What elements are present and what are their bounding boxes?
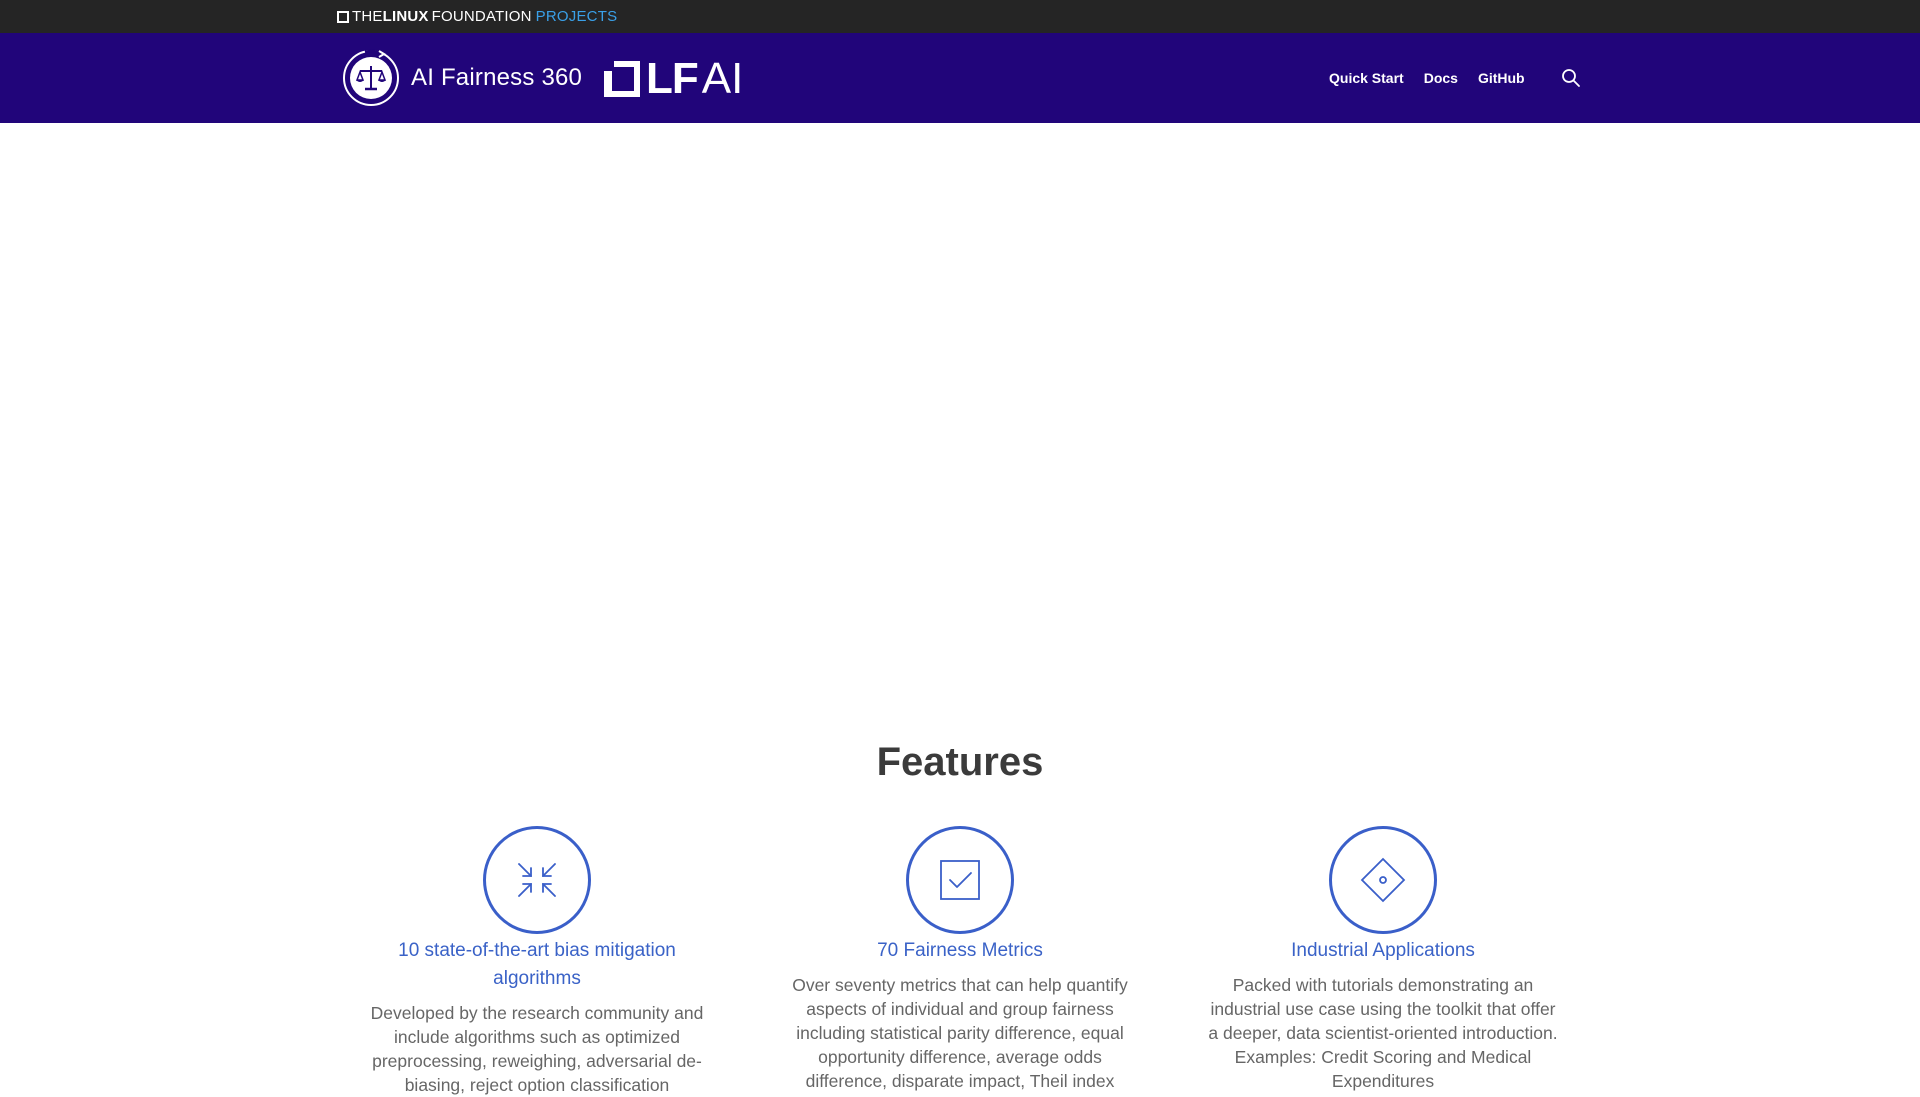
feature-card-bias-mitigation: 10 state-of-the-art bias mitigation algo… xyxy=(357,826,717,1097)
brand-title: AI Fairness 360 xyxy=(411,64,583,91)
lf-ai-square-icon xyxy=(604,61,640,97)
checkbox-icon xyxy=(906,826,1014,934)
feature-title-link[interactable]: 70 Fairness Metrics xyxy=(800,937,1120,965)
brand-home-link[interactable]: AI Fairness 360 xyxy=(341,46,582,110)
feature-card-fairness-metrics: 70 Fairness Metrics Over seventy metrics… xyxy=(780,826,1140,1093)
main-nav: Quick Start Docs GitHub xyxy=(1329,33,1545,123)
logo-projects: PROJECTS xyxy=(535,8,618,25)
logo-linux: LINUX xyxy=(382,8,429,25)
lf-ai-lf-text: LF xyxy=(646,54,699,103)
feature-description: Over seventy metrics that can help quant… xyxy=(792,975,1128,1091)
features-heading: Features xyxy=(876,740,1044,784)
nav-docs[interactable]: Docs xyxy=(1424,70,1458,86)
feature-description: Packed with tutorials demonstrating an i… xyxy=(1208,975,1558,1091)
nav-github[interactable]: GitHub xyxy=(1478,70,1525,86)
logo-the: THE xyxy=(352,8,383,25)
lf-ai-logo[interactable]: LF AI xyxy=(604,57,743,101)
feature-description: Developed by the research community and … xyxy=(370,1003,704,1095)
diamond-target-icon xyxy=(1329,826,1437,934)
lf-ai-ai-text: AI xyxy=(701,54,744,103)
feature-card-industrial-applications: Industrial Applications Packed with tuto… xyxy=(1203,826,1563,1093)
arrows-inward-icon xyxy=(483,826,591,934)
feature-title-link[interactable]: 10 state-of-the-art bias mitigation algo… xyxy=(377,937,697,993)
scales-emblem-icon xyxy=(341,48,401,108)
linux-foundation-bar: THE LINUX FOUNDATION PROJECTS xyxy=(0,0,1920,33)
nav-quick-start[interactable]: Quick Start xyxy=(1329,70,1404,86)
search-icon[interactable] xyxy=(1560,67,1582,89)
feature-title-link[interactable]: Industrial Applications xyxy=(1223,937,1543,965)
logo-foundation: FOUNDATION xyxy=(431,8,532,25)
linux-foundation-projects-logo[interactable]: THE LINUX FOUNDATION PROJECTS xyxy=(337,0,617,33)
site-header: AI Fairness 360 LF AI xyxy=(0,33,1920,123)
lf-square-icon xyxy=(337,10,349,23)
